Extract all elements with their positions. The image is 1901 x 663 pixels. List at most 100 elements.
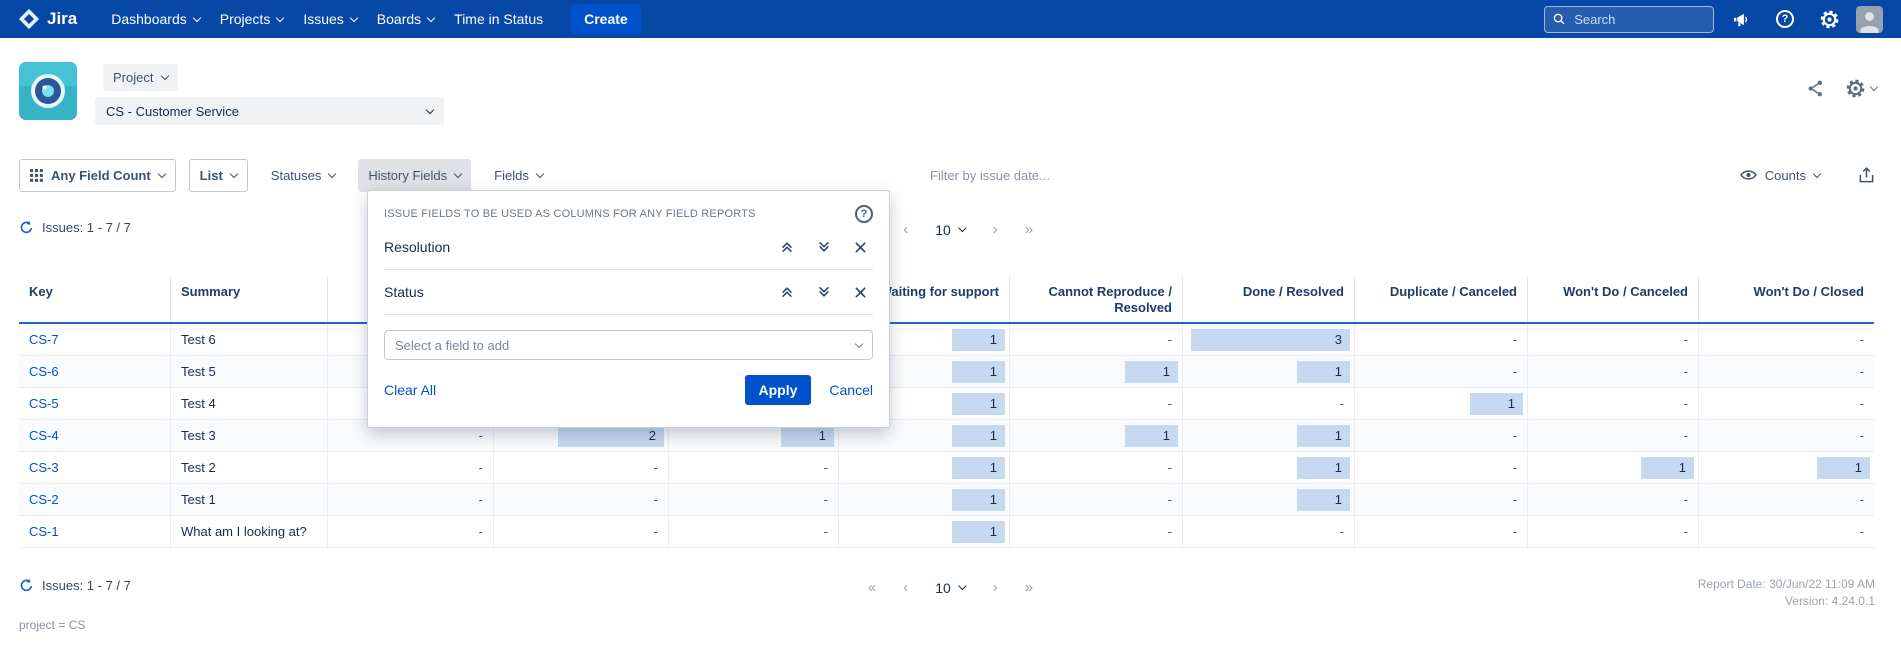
admin-settings-button[interactable] <box>1812 0 1846 38</box>
issue-key-link[interactable]: CS-6 <box>29 364 59 379</box>
report-date: Report Date: 30/Jun/22 11:09 AM <box>1698 576 1875 593</box>
report-settings-button[interactable] <box>1845 78 1877 99</box>
page-size-select[interactable]: 10 <box>935 222 966 238</box>
issue-key-link[interactable]: CS-2 <box>29 492 59 507</box>
move-bottom-icon[interactable] <box>817 240 831 254</box>
refresh-icon[interactable] <box>19 578 34 593</box>
move-top-icon[interactable] <box>780 285 794 299</box>
history-fields-label: History Fields <box>368 168 447 183</box>
user-avatar[interactable] <box>1856 6 1883 33</box>
table-body: CS-7Test 61-3---CS-6Test 5111---CS-5Test… <box>19 324 1874 548</box>
statuses-label: Statuses <box>271 168 322 183</box>
popup-help-icon[interactable]: ? <box>855 205 873 223</box>
chevron-down-icon <box>328 169 336 177</box>
project-scope-button[interactable]: Project <box>103 64 178 91</box>
table-row: CS-7Test 61-3--- <box>19 324 1874 356</box>
statuses-button[interactable]: Statuses <box>261 159 346 192</box>
cell: 1 <box>838 516 1009 547</box>
nav-item-time-in-status[interactable]: Time in Status <box>444 0 553 38</box>
last-page-button[interactable]: » <box>1025 221 1033 238</box>
empty-value: - <box>479 460 483 475</box>
count-value: 2 <box>649 428 658 443</box>
move-bottom-icon[interactable] <box>817 285 831 299</box>
gear-icon <box>1845 78 1866 99</box>
table-row: CS-3Test 2---1-1-11 <box>19 452 1874 484</box>
last-page-button[interactable]: » <box>1025 579 1033 596</box>
announcements-button[interactable] <box>1724 0 1758 38</box>
count-value: 1 <box>1163 428 1172 443</box>
project-avatar[interactable] <box>19 62 77 125</box>
issue-date-filter-input[interactable] <box>928 162 1218 188</box>
nav-item-projects[interactable]: Projects <box>210 0 294 38</box>
nav-item-issues[interactable]: Issues <box>293 0 366 38</box>
report-type-button[interactable]: Any Field Count <box>19 159 176 192</box>
empty-value: - <box>1340 524 1344 539</box>
next-page-button[interactable]: › <box>993 221 998 238</box>
table-row: CS-1What am I looking at?---1----- <box>19 516 1874 548</box>
clear-all-link[interactable]: Clear All <box>384 382 436 398</box>
history-field-row: Resolution <box>384 225 873 270</box>
refresh-icon[interactable] <box>19 220 34 235</box>
empty-value: - <box>1860 364 1864 379</box>
next-page-button[interactable]: › <box>993 579 998 596</box>
add-field-select[interactable]: Select a field to add <box>384 330 873 360</box>
cell: - <box>1527 484 1698 515</box>
remove-field-icon[interactable] <box>854 286 867 299</box>
cell: - <box>1354 484 1527 515</box>
report-type-label: Any Field Count <box>51 168 151 183</box>
export-button[interactable] <box>1858 167 1875 184</box>
create-button[interactable]: Create <box>571 4 641 34</box>
cell: 1 <box>1354 388 1527 419</box>
cell: - <box>1527 388 1698 419</box>
count-value: 1 <box>990 364 999 379</box>
move-top-icon[interactable] <box>780 240 794 254</box>
first-page-button[interactable]: « <box>868 579 876 596</box>
search-icon <box>1553 12 1565 26</box>
issue-key-link[interactable]: CS-5 <box>29 396 59 411</box>
cell: - <box>1354 356 1527 387</box>
key-cell: CS-6 <box>19 356 170 387</box>
summary-cell: Test 2 <box>170 452 327 483</box>
popup-field-list: ResolutionStatus <box>384 225 873 315</box>
cell: 1 <box>838 484 1009 515</box>
view-mode-button[interactable]: List <box>189 159 248 192</box>
empty-value: - <box>1168 492 1172 507</box>
history-fields-button[interactable]: History Fields <box>358 159 471 192</box>
nav-item-dashboards[interactable]: Dashboards <box>101 0 210 38</box>
count-value: 3 <box>1335 332 1344 347</box>
add-field-placeholder: Select a field to add <box>395 338 509 353</box>
issue-key-link[interactable]: CS-3 <box>29 460 59 475</box>
help-icon: ? <box>1776 10 1794 28</box>
table-row: CS-2Test 1---1-1--- <box>19 484 1874 516</box>
field-actions <box>780 285 873 299</box>
issue-key-link[interactable]: CS-7 <box>29 332 59 347</box>
jql-query-label: project = CS <box>19 618 85 632</box>
page-size-select[interactable]: 10 <box>935 580 966 596</box>
nav-item-boards[interactable]: Boards <box>367 0 444 38</box>
cell: - <box>668 484 838 515</box>
empty-value: - <box>1860 332 1864 347</box>
issue-key-link[interactable]: CS-4 <box>29 428 59 443</box>
nav-item-label: Time in Status <box>454 11 543 27</box>
help-button[interactable]: ? <box>1768 0 1802 38</box>
remove-field-icon[interactable] <box>854 241 867 254</box>
prev-page-button[interactable]: ‹ <box>903 579 908 596</box>
apply-button[interactable]: Apply <box>745 375 812 405</box>
jira-logo[interactable]: Jira <box>18 8 77 30</box>
empty-value: - <box>1860 428 1864 443</box>
issue-key-link[interactable]: CS-1 <box>29 524 59 539</box>
cell: - <box>1527 420 1698 451</box>
cancel-link[interactable]: Cancel <box>829 382 873 398</box>
cell: - <box>1527 356 1698 387</box>
count-value: 1 <box>1679 460 1688 475</box>
chevron-down-icon <box>350 13 358 21</box>
counts-toggle[interactable]: Counts <box>1740 168 1820 183</box>
chevron-down-icon <box>426 105 434 113</box>
search-input[interactable] <box>1572 11 1705 28</box>
project-select[interactable]: CS - Customer Service <box>95 97 444 125</box>
chevron-down-icon <box>959 224 967 232</box>
fields-button[interactable]: Fields <box>484 159 553 192</box>
search-box[interactable] <box>1544 6 1714 33</box>
prev-page-button[interactable]: ‹ <box>903 221 908 238</box>
share-button[interactable] <box>1806 79 1825 98</box>
